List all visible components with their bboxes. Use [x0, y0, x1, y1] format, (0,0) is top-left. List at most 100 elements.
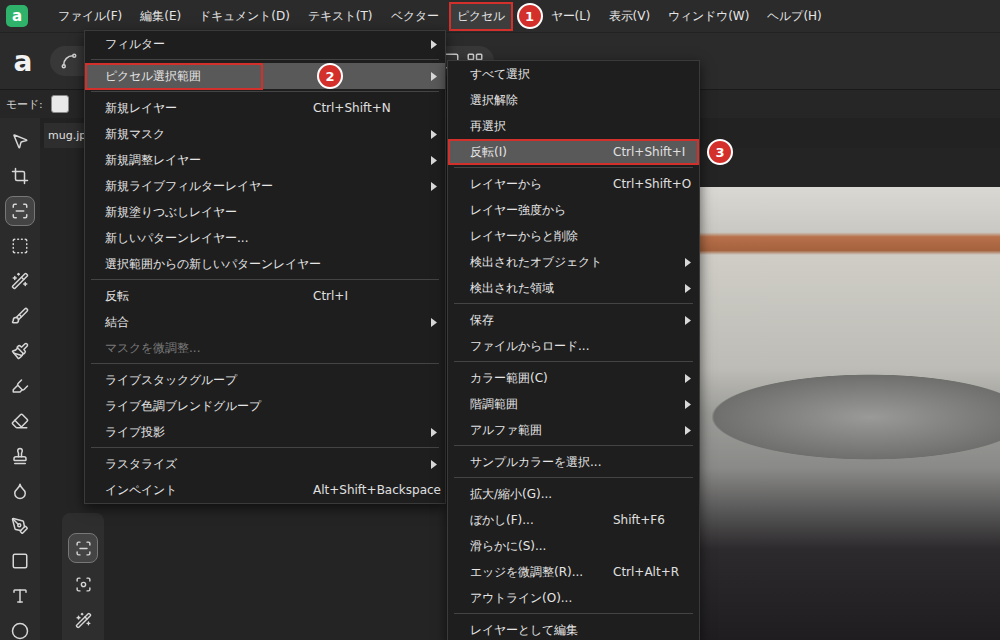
menu-bar-item[interactable]: ファイル(F): [52, 4, 128, 29]
menu-item-label-wrap: 保存: [470, 312, 613, 329]
menu-item[interactable]: カラー範囲(C): [448, 365, 699, 391]
menu-shortcut: Alt+Shift+Backspace: [313, 483, 437, 497]
menu-item-label-wrap: 反転: [105, 288, 313, 305]
menu-item[interactable]: アルファ範囲: [448, 417, 699, 443]
menu-separator: [454, 477, 693, 478]
tool-button[interactable]: [5, 371, 35, 401]
menu-bar-item[interactable]: ウィンドウ(W): [662, 4, 755, 29]
menu-item-label-wrap: ピクセル選択範囲2: [105, 65, 313, 88]
menu-item-label-wrap: ライブ投影: [105, 424, 313, 441]
menu-shortcut: Ctrl+Alt+R: [613, 565, 691, 579]
menu-item[interactable]: 再選択: [448, 113, 699, 139]
menu-item[interactable]: 拡大/縮小(G)...: [448, 481, 699, 507]
menu-item-label: レイヤーとして編集: [470, 622, 578, 639]
menu-item[interactable]: 新規ライブフィルターレイヤー: [85, 173, 445, 199]
menu-item[interactable]: 新規マスク: [85, 121, 445, 147]
menu-item[interactable]: 新規調整レイヤー: [85, 147, 445, 173]
menu-item[interactable]: レイヤーからと削除: [448, 223, 699, 249]
menu-item[interactable]: ライブ色調ブレンドグループ: [85, 393, 445, 419]
menu-item[interactable]: レイヤーからCtrl+Shift+O: [448, 171, 699, 197]
menu-item-label-wrap: 反転(I): [470, 144, 613, 161]
tool-button[interactable]: [5, 301, 35, 331]
tool-button[interactable]: [5, 266, 35, 296]
submenu-arrow-icon: [430, 318, 437, 327]
paintbrush-icon: [11, 342, 29, 360]
menu-item[interactable]: レイヤー強度から: [448, 197, 699, 223]
menu-item[interactable]: ピクセル選択範囲2: [85, 63, 445, 89]
menu-item-label: レイヤー強度から: [470, 202, 566, 219]
persona-logo[interactable]: a: [8, 45, 38, 78]
menu-bar-item[interactable]: ピクセル1: [451, 4, 511, 29]
tool-button[interactable]: [68, 605, 98, 635]
tool-button[interactable]: [5, 126, 35, 156]
submenu-arrow-icon: [684, 426, 691, 435]
menu-item-label: サンプルカラーを選択...: [470, 454, 601, 471]
menu-item[interactable]: エッジを微調整(R)...Ctrl+Alt+R: [448, 559, 699, 585]
menu-item[interactable]: サンプルカラーを選択...: [448, 449, 699, 475]
square-icon: [11, 552, 29, 570]
tool-button[interactable]: [5, 581, 35, 611]
tool-button[interactable]: [5, 511, 35, 541]
menu-bar-item[interactable]: ベクター: [385, 4, 445, 29]
menu-bar-item[interactable]: テキスト(T): [302, 4, 379, 29]
tool-button[interactable]: [5, 196, 35, 226]
tool-button[interactable]: [5, 476, 35, 506]
vector-persona-icon[interactable]: [60, 52, 78, 70]
menu-item[interactable]: ライブ投影: [85, 419, 445, 445]
menu-item-label: ラスタライズ: [105, 456, 177, 473]
menu-bar-item[interactable]: 表示(V): [603, 4, 657, 29]
menu-item[interactable]: 新規レイヤーCtrl+Shift+N: [85, 95, 445, 121]
menu-item-label: 新規塗りつぶしレイヤー: [105, 204, 237, 221]
submenu-arrow-icon: [430, 460, 437, 469]
menu-item-label-wrap: 選択解除: [470, 92, 613, 109]
tool-button[interactable]: [5, 336, 35, 366]
menu-arrow: [677, 258, 691, 267]
menu-item[interactable]: 選択解除: [448, 87, 699, 113]
menu-arrow: [677, 400, 691, 409]
menu-item[interactable]: 反転Ctrl+I: [85, 283, 445, 309]
tool-button[interactable]: [5, 406, 35, 436]
menu-item[interactable]: 結合: [85, 309, 445, 335]
menu-item[interactable]: 保存: [448, 307, 699, 333]
refine-icon: [75, 576, 92, 593]
menu-item-label-wrap: 選択範囲からの新しいパターンレイヤー: [105, 256, 313, 273]
menu-item[interactable]: 選択範囲からの新しいパターンレイヤー: [85, 251, 445, 277]
menu-item[interactable]: レイヤーとして編集: [448, 617, 699, 640]
menu-arrow: [423, 130, 437, 139]
menu-item[interactable]: 滑らかに(S)...: [448, 533, 699, 559]
menu-item[interactable]: ラスタライズ: [85, 451, 445, 477]
menu-item[interactable]: ライブスタックグループ: [85, 367, 445, 393]
tool-button[interactable]: [68, 533, 98, 563]
menu-item-label-wrap: ファイルからロード...: [470, 338, 613, 355]
tool-button[interactable]: [68, 569, 98, 599]
menu-item[interactable]: フィルター: [85, 31, 445, 57]
menu-separator: [91, 59, 439, 60]
menu-item-label: 検出されたオブジェクト: [470, 254, 602, 271]
tool-button[interactable]: [5, 231, 35, 261]
menu-item[interactable]: 検出されたオブジェクト: [448, 249, 699, 275]
menu-item[interactable]: 新しいパターンレイヤー...: [85, 225, 445, 251]
tool-button[interactable]: [5, 616, 35, 640]
tool-button[interactable]: [5, 546, 35, 576]
step-badge: 2: [317, 63, 343, 89]
menu-item[interactable]: 検出された領域: [448, 275, 699, 301]
menu-item[interactable]: 反転(I)Ctrl+Shift+I3: [448, 139, 699, 165]
tool-button[interactable]: [5, 161, 35, 191]
menu-item[interactable]: すべて選択: [448, 61, 699, 87]
menu-bar-item[interactable]: 編集(E): [134, 4, 187, 29]
menu-item[interactable]: 新規塗りつぶしレイヤー: [85, 199, 445, 225]
menu-item[interactable]: インペイントAlt+Shift+Backspace: [85, 477, 445, 503]
menu-item[interactable]: ぼかし(F)...Shift+F6: [448, 507, 699, 533]
tool-button[interactable]: [5, 441, 35, 471]
mode-label: モード:: [6, 97, 43, 112]
menu-item[interactable]: 階調範囲: [448, 391, 699, 417]
mode-checkbox[interactable]: [51, 95, 69, 113]
menu-item-label-wrap: 新規レイヤー: [105, 100, 313, 117]
tool-strip: [0, 118, 40, 640]
menu-item[interactable]: ファイルからロード...: [448, 333, 699, 359]
menu-bar-item[interactable]: ヤー(L): [545, 4, 597, 29]
menu-bar-item[interactable]: ヘルプ(H): [761, 4, 827, 29]
menu-bar-item[interactable]: ドキュメント(D): [193, 4, 296, 29]
menu-separator: [91, 279, 439, 280]
menu-item[interactable]: アウトライン(O)...: [448, 585, 699, 611]
